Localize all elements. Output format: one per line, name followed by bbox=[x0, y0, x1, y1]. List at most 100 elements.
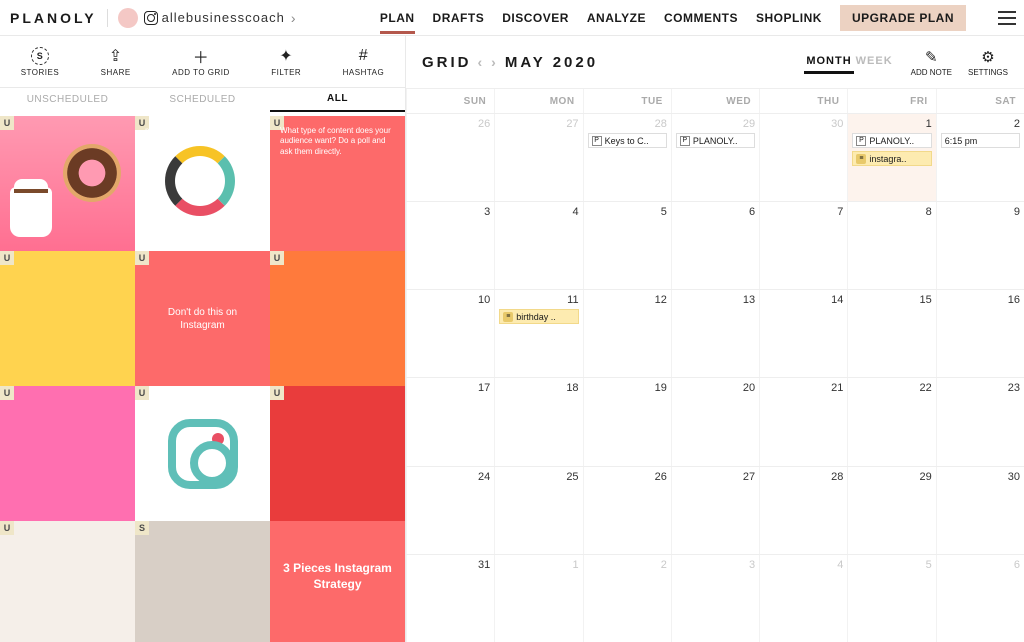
share-button[interactable]: ⇪ SHARE bbox=[101, 46, 131, 77]
calendar-day[interactable]: 27 bbox=[494, 114, 582, 201]
settings-button[interactable]: ⚙ SETTINGS bbox=[968, 48, 1008, 77]
toggle-month[interactable]: MONTH bbox=[804, 51, 853, 74]
calendar-day[interactable]: 5 bbox=[583, 202, 671, 289]
day-number: 21 bbox=[764, 382, 843, 394]
nav-plan[interactable]: PLAN bbox=[380, 11, 415, 34]
calendar-day[interactable]: 11≡birthday .. bbox=[494, 290, 582, 377]
calendar-day[interactable]: 19 bbox=[583, 378, 671, 465]
upgrade-button[interactable]: UPGRADE PLAN bbox=[840, 5, 966, 31]
add-note-label: ADD NOTE bbox=[911, 68, 952, 77]
calendar-day[interactable]: 4 bbox=[494, 202, 582, 289]
calendar-day[interactable]: 26:15 pm bbox=[936, 114, 1024, 201]
calendar-day[interactable]: 8 bbox=[847, 202, 935, 289]
media-tile[interactable]: UDon't do this on Instagram bbox=[135, 251, 270, 386]
stories-button[interactable]: S STORIES bbox=[21, 46, 59, 77]
add-to-grid-button[interactable]: ＋ ADD TO GRID bbox=[172, 46, 230, 77]
calendar-day[interactable]: 25 bbox=[494, 467, 582, 554]
day-number: 30 bbox=[941, 471, 1020, 483]
media-tile[interactable]: U bbox=[270, 251, 405, 386]
calendar-day[interactable]: 2 bbox=[583, 555, 671, 642]
filter-scheduled[interactable]: SCHEDULED bbox=[135, 94, 270, 111]
day-number: 7 bbox=[764, 206, 843, 218]
calendar-day[interactable]: 5 bbox=[847, 555, 935, 642]
calendar-day[interactable]: 24 bbox=[406, 467, 494, 554]
calendar-day[interactable]: 31 bbox=[406, 555, 494, 642]
filter-all[interactable]: ALL bbox=[270, 93, 405, 112]
nav-drafts[interactable]: DRAFTS bbox=[433, 11, 485, 25]
calendar-day[interactable]: 29PPLANOLY.. bbox=[671, 114, 759, 201]
calendar-day[interactable]: 3 bbox=[671, 555, 759, 642]
calendar-day[interactable]: 29 bbox=[847, 467, 935, 554]
calendar-event[interactable]: PPLANOLY.. bbox=[676, 133, 755, 148]
day-number: 23 bbox=[941, 382, 1020, 394]
calendar-week: 1718 19 20 21 22 23 bbox=[406, 377, 1024, 465]
media-tile[interactable]: U bbox=[0, 521, 135, 642]
calendar-day[interactable]: 26 bbox=[406, 114, 494, 201]
prev-month-button[interactable]: ‹ bbox=[478, 54, 486, 70]
nav-shoplink[interactable]: SHOPLINK bbox=[756, 11, 822, 25]
day-number: 26 bbox=[411, 118, 490, 130]
calendar-day[interactable]: 17 bbox=[406, 378, 494, 465]
calendar-day[interactable]: 23 bbox=[936, 378, 1024, 465]
calendar-title: GRID ‹ › MAY 2020 bbox=[422, 54, 598, 71]
media-tile[interactable]: U bbox=[270, 386, 405, 521]
calendar-day[interactable]: 26 bbox=[583, 467, 671, 554]
calendar-day[interactable]: 1 bbox=[494, 555, 582, 642]
day-number: 20 bbox=[676, 382, 755, 394]
calendar-event[interactable]: 6:15 pm bbox=[941, 133, 1020, 148]
media-tile[interactable]: U bbox=[135, 386, 270, 521]
hashtag-label: HASHTAG bbox=[343, 68, 385, 77]
hashtag-button[interactable]: # HASHTAG bbox=[343, 46, 385, 77]
calendar-day[interactable]: 3 bbox=[406, 202, 494, 289]
calendar-day[interactable]: 4 bbox=[759, 555, 847, 642]
nav-discover[interactable]: DISCOVER bbox=[502, 11, 569, 25]
calendar-event[interactable]: PKeys to C.. bbox=[588, 133, 667, 148]
nav-analyze[interactable]: ANALYZE bbox=[587, 11, 646, 25]
calendar-day[interactable]: 20 bbox=[671, 378, 759, 465]
media-tile[interactable]: 3 Pieces Instagram Strategy bbox=[270, 521, 405, 642]
calendar-day[interactable]: 1PPLANOLY..≡instagra.. bbox=[847, 114, 935, 201]
day-number: 27 bbox=[676, 471, 755, 483]
account-handle[interactable]: allebusinesscoach bbox=[162, 10, 285, 25]
calendar-day[interactable]: 6 bbox=[936, 555, 1024, 642]
calendar-day[interactable]: 7 bbox=[759, 202, 847, 289]
media-tile[interactable]: S bbox=[135, 521, 270, 642]
calendar-day[interactable]: 15 bbox=[847, 290, 935, 377]
calendar-day[interactable]: 30 bbox=[936, 467, 1024, 554]
filter-unscheduled[interactable]: UNSCHEDULED bbox=[0, 94, 135, 111]
nav-comments[interactable]: COMMENTS bbox=[664, 11, 738, 25]
toggle-week[interactable]: WEEK bbox=[854, 51, 895, 74]
media-tile[interactable]: U bbox=[0, 116, 135, 251]
media-tile[interactable]: UWhat type of content does your audience… bbox=[270, 116, 405, 251]
calendar-day[interactable]: 10 bbox=[406, 290, 494, 377]
calendar-weeks: 262728PKeys to C..29PPLANOLY..301PPLANOL… bbox=[406, 113, 1024, 642]
event-label: birthday .. bbox=[516, 312, 556, 322]
calendar-day[interactable]: 14 bbox=[759, 290, 847, 377]
calendar-day[interactable]: 12 bbox=[583, 290, 671, 377]
add-note-button[interactable]: ✎ ADD NOTE bbox=[911, 48, 952, 77]
next-month-button[interactable]: › bbox=[491, 54, 499, 70]
calendar-day[interactable]: 22 bbox=[847, 378, 935, 465]
calendar-note[interactable]: ≡instagra.. bbox=[852, 151, 931, 166]
calendar-day[interactable]: 28PKeys to C.. bbox=[583, 114, 671, 201]
calendar-day[interactable]: 6 bbox=[671, 202, 759, 289]
calendar-day[interactable]: 18 bbox=[494, 378, 582, 465]
media-tile[interactable]: U bbox=[0, 251, 135, 386]
avatar[interactable] bbox=[118, 8, 138, 28]
calendar-day[interactable]: 21 bbox=[759, 378, 847, 465]
media-tile[interactable]: Umarketers' top goals for social bbox=[135, 116, 270, 251]
day-number: 19 bbox=[588, 382, 667, 394]
filter-button[interactable]: ✦ FILTER bbox=[271, 46, 301, 77]
grid-scroll[interactable]: UUmarketers' top goals for socialUWhat t… bbox=[0, 116, 405, 642]
calendar-day[interactable]: 16 bbox=[936, 290, 1024, 377]
media-tile[interactable]: U bbox=[0, 386, 135, 521]
calendar-day[interactable]: 9 bbox=[936, 202, 1024, 289]
calendar-day[interactable]: 28 bbox=[759, 467, 847, 554]
menu-icon[interactable] bbox=[998, 11, 1016, 25]
calendar-day[interactable]: 13 bbox=[671, 290, 759, 377]
chevron-right-icon[interactable]: › bbox=[291, 10, 296, 26]
calendar-day[interactable]: 30 bbox=[759, 114, 847, 201]
calendar-note[interactable]: ≡birthday .. bbox=[499, 309, 578, 324]
calendar-event[interactable]: PPLANOLY.. bbox=[852, 133, 931, 148]
calendar-day[interactable]: 27 bbox=[671, 467, 759, 554]
